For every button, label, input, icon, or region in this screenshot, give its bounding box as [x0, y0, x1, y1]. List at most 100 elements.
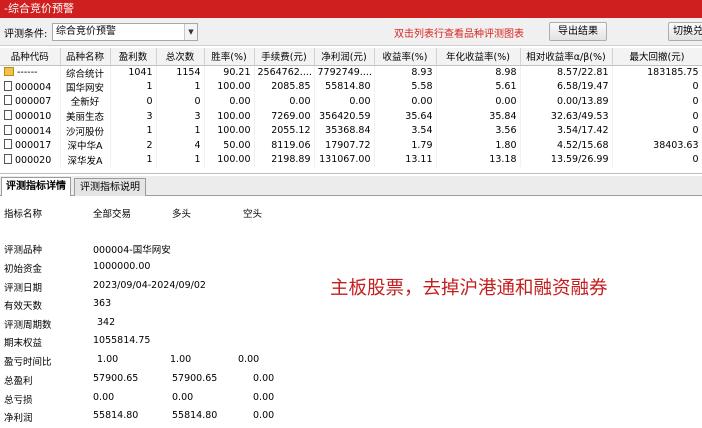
chevron-down-icon[interactable]: ▼ — [184, 24, 197, 40]
column-header[interactable]: 最大回撤(元) — [612, 48, 702, 66]
table-cell-text: 深华发A — [67, 155, 103, 167]
table-cell: 3.54 — [374, 123, 437, 138]
metric-long-value: 1.00 — [170, 354, 192, 365]
table-cell: 0.00 — [204, 94, 255, 109]
metric-short-value: 0.00 — [253, 373, 275, 384]
condition-select-value: 综合竞价预警 — [56, 26, 116, 37]
table-cell: 55814.80 — [314, 79, 375, 95]
info-label: 初始资金 — [4, 264, 43, 275]
column-header[interactable]: 胜率(%) — [204, 48, 255, 66]
toolbar: 评测条件: 综合竞价预警 ▼ 双击列表行查看品种评测图表 导出结果 切换兑 — [0, 18, 702, 46]
table-cell: 7269.00 — [254, 108, 315, 124]
condition-select[interactable]: 综合竞价预警 ▼ — [52, 23, 198, 41]
info-label: 评测周期数 — [4, 320, 52, 331]
column-header[interactable]: 年化收益率(%) — [436, 48, 521, 66]
column-header[interactable]: 品种名称 — [60, 48, 111, 66]
column-header[interactable]: 手续费(元) — [254, 48, 315, 66]
table-cell-text: 1041 — [128, 67, 153, 79]
table-cell: 35368.84 — [314, 123, 375, 138]
table-cell-text: 17907.72 — [325, 139, 371, 151]
table-cell: 3 — [110, 108, 157, 124]
table-cell-text: 356420.59 — [319, 110, 371, 122]
detail-header-name: 指标名称 — [4, 209, 43, 220]
table-cell: 2 — [110, 137, 157, 153]
tab-indicator-details[interactable]: 评测指标详情 — [1, 177, 71, 196]
info-value: 1055814.75 — [93, 335, 151, 346]
table-cell: 8.93 — [374, 65, 437, 80]
table-cell-text: 1.79 — [411, 139, 433, 151]
column-header[interactable]: 总次数 — [156, 48, 205, 66]
table-cell: 沙河股份 — [60, 123, 111, 138]
table-cell: 2564762.... — [254, 65, 315, 80]
table-cell-text: 8.57/22.81 — [556, 67, 609, 79]
condition-label: 评测条件: — [4, 29, 48, 40]
table-cell: 0.00 — [436, 94, 521, 109]
table-cell: 100.00 — [204, 79, 255, 95]
switch-button[interactable]: 切换兑 — [668, 22, 702, 41]
table-cell-text: 0 — [692, 81, 699, 93]
metric-label: 盈亏时间比 — [4, 357, 52, 368]
table-cell: 0 — [612, 79, 702, 95]
table-cell-text: 5.58 — [411, 81, 433, 93]
document-icon — [4, 153, 12, 164]
table-cell: ------ — [0, 65, 61, 80]
export-button[interactable]: 导出结果 — [549, 22, 607, 41]
table-cell: 4.52/15.68 — [520, 137, 613, 153]
info-value: 342 — [97, 317, 116, 328]
table-cell-text: 全新好 — [70, 97, 100, 109]
table-cell: 1 — [156, 79, 205, 95]
table-cell: 183185.75 — [612, 65, 702, 80]
window-title-bar: -综合竞价预警 — [0, 0, 702, 18]
column-header[interactable]: 品种代码 — [0, 48, 61, 66]
column-header[interactable]: 收益率(%) — [374, 48, 437, 66]
table-cell-text: 0.00 — [411, 95, 433, 107]
table-cell: 8119.06 — [254, 137, 315, 153]
table-cell: 0 — [612, 108, 702, 124]
table-cell-text: 100.00 — [217, 81, 251, 93]
table-cell: 000010 — [0, 108, 61, 124]
table-row[interactable]: 000010 美丽生态 3 3 100.00 7269.00 356420.59 35.64 3… — [0, 108, 702, 124]
column-header[interactable]: 相对收益率α/β(%) — [520, 48, 613, 66]
table-cell: 32.63/49.53 — [520, 108, 613, 124]
info-value: 1000000.00 — [93, 261, 151, 272]
annotation-text: 主板股票，去掉沪港通和融资融券 — [330, 278, 608, 299]
table-cell-text: 1154 — [176, 67, 201, 79]
tab-indicator-description[interactable]: 评测指标说明 — [74, 178, 146, 196]
window-title: -综合竞价预警 — [4, 2, 74, 15]
table-cell: 13.59/26.99 — [520, 152, 613, 168]
table-cell-text: 131067.00 — [319, 154, 371, 166]
table-cell: 0.00 — [374, 94, 437, 109]
table-cell-text: 6.58/19.47 — [556, 81, 609, 93]
table-row[interactable]: ------ 综合统计 1041 1154 90.21 2564762.... 779274… — [0, 65, 702, 80]
table-cell-text: 3 — [146, 110, 153, 122]
table-cell: 深华发A — [60, 152, 111, 168]
table-cell-text: 0.00 — [289, 95, 311, 107]
table-cell-text: 55814.80 — [325, 81, 371, 93]
table-cell: 1 — [156, 123, 205, 138]
table-cell: 131067.00 — [314, 152, 375, 168]
table-cell-text: 35.84 — [489, 110, 517, 122]
table-row[interactable]: 000020 深华发A 1 1 100.00 2198.89 131067.00 13.11 1… — [0, 152, 702, 168]
column-header[interactable]: 净利润(元) — [314, 48, 375, 66]
table-cell: 0 — [612, 152, 702, 168]
table-header-row: 品种代码 品种名称 盈利数 总次数 胜率(%) 手续费(元) 净利润(元) 收益… — [0, 48, 702, 66]
table-cell-text: 0 — [692, 154, 699, 166]
document-icon — [4, 139, 12, 150]
table-cell: 0.00 — [314, 94, 375, 109]
info-label: 期末权益 — [4, 338, 43, 349]
table-cell-text: 深中华A — [67, 141, 103, 153]
table-row[interactable]: 000004 国华网安 1 1 100.00 2085.85 55814.80 5.58 5.6… — [0, 79, 702, 95]
table-cell-text: 综合统计 — [65, 68, 104, 80]
table-row[interactable]: 000007 全新好 0 0 0.00 0.00 0.00 0.00 0.00 0.00/13.8… — [0, 94, 702, 109]
table-cell-text: 1 — [194, 81, 201, 93]
metric-all-value: 57900.65 — [93, 373, 139, 384]
table-cell-text: 100.00 — [217, 110, 251, 122]
table-cell-text: 000010 — [15, 111, 52, 123]
column-header[interactable]: 盈利数 — [110, 48, 157, 66]
table-row[interactable]: 000014 沙河股份 1 1 100.00 2055.12 35368.84 3.54 3.5… — [0, 123, 702, 138]
table-cell-text: 5.61 — [495, 81, 517, 93]
table-cell: 13.11 — [374, 152, 437, 168]
detail-header-short: 空头 — [243, 209, 263, 220]
table-row[interactable]: 000017 深中华A 2 4 50.00 8119.06 17907.72 1.79 1.80… — [0, 137, 702, 153]
metric-short-value: 0.00 — [253, 392, 275, 403]
